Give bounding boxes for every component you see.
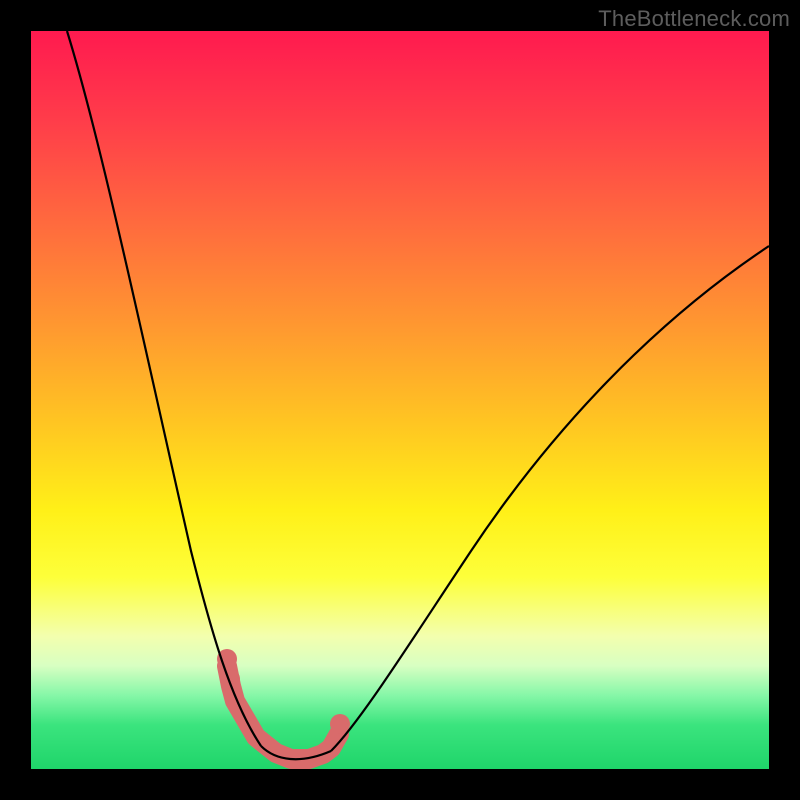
chart-svg (31, 31, 769, 769)
curve-right-branch (331, 246, 769, 751)
watermark-text: TheBottleneck.com (598, 6, 790, 32)
marker-region (217, 649, 350, 759)
curve-left-branch (67, 31, 261, 746)
chart-frame: TheBottleneck.com (0, 0, 800, 800)
plot-area (31, 31, 769, 769)
